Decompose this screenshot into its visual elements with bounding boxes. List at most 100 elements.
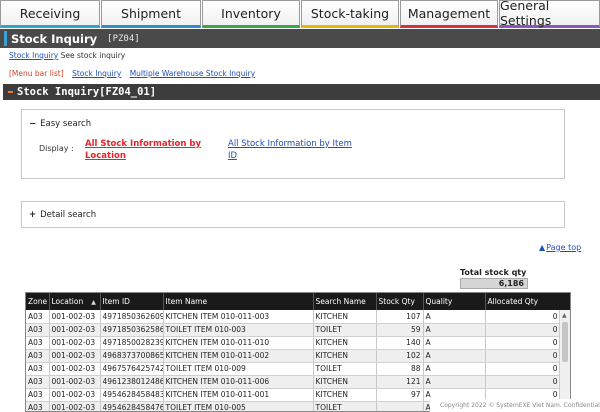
cell-search-name: KITCHEN [313,388,377,402]
col-header-search-name[interactable]: Search Name [313,293,377,310]
col-header-item-name[interactable]: Item Name [163,293,314,310]
cell-item-id: 4954628458483 [100,388,164,402]
table-row[interactable]: A03 001-002-03 4971850362609 KITCHEN ITE… [26,310,561,324]
cell-location: 001-002-03 [49,388,101,402]
sort-asc-icon: ▲ [91,299,96,306]
breadcrumb-link-stock-inquiry[interactable]: Stock Inquiry [9,51,58,60]
menu-bar-list-label: [Menu bar list] [9,69,64,78]
col-header-allocated-qty[interactable]: Allocated Qty [485,293,561,310]
footer-copyright: Copyright 2022 © SystemEXE Viet Nam. Con… [430,399,600,412]
scrollbar-thumb[interactable] [562,322,568,362]
table-row[interactable]: A03 001-002-03 4971850028239 KITCHEN ITE… [26,336,561,350]
scroll-up-arrow-icon[interactable]: ▲ [562,312,567,319]
cell-stock-qty: 59 [376,323,424,337]
col-header-quality[interactable]: Quality [423,293,486,310]
cell-search-name: KITCHEN [313,310,377,324]
tab-shipment[interactable]: Shipment [101,0,201,28]
section-header: Stock Inquiry[FZ04_01] [3,84,600,100]
cell-item-name: TOILET ITEM 010-005 [163,401,314,411]
cell-item-name: KITCHEN ITEM 010-011-002 [163,349,314,363]
cell-zone: A03 [26,349,50,363]
easy-search-toggle[interactable]: − Easy search [29,119,91,129]
cell-allocated-qty: 0 [485,323,561,337]
minus-icon: − [29,119,37,129]
col-header-stock-qty[interactable]: Stock Qty [376,293,424,310]
table-row[interactable]: A03 001-002-03 4971850362586 TOILET ITEM… [26,323,561,337]
triangle-up-icon: ▲ [539,243,546,252]
cell-item-id: 4971850362609 [100,310,164,324]
cell-item-name: TOILET ITEM 010-003 [163,323,314,337]
display-option-by-item-id[interactable]: All Stock Information by Item ID [228,138,358,162]
cell-allocated-qty: 0 [485,375,561,389]
display-option-by-location[interactable]: All Stock Information by Location [85,138,205,162]
cell-item-name: TOILET ITEM 010-009 [163,362,314,376]
cell-stock-qty [376,401,424,411]
cell-location: 001-002-03 [49,375,101,389]
cell-quality: A [423,362,486,376]
table-row[interactable]: A03 001-002-03 4961238012486 KITCHEN ITE… [26,375,561,389]
cell-item-name: KITCHEN ITEM 010-011-006 [163,375,314,389]
col-header-zone[interactable]: Zone [26,293,50,310]
total-stock-qty-value: 6,186 [460,278,528,289]
col-header-item-id[interactable]: Item ID [100,293,164,310]
menu-link-multiple-warehouse[interactable]: Multiple Warehouse Stock Inquiry [130,69,255,78]
page-title: Stock Inquiry [11,31,98,46]
tab-management[interactable]: Management [400,0,498,28]
detail-search-panel: + Detail search [21,201,565,228]
detail-search-toggle[interactable]: + Detail search [29,210,96,220]
cell-search-name: KITCHEN [313,349,377,363]
section-title: Stock Inquiry[FZ04_01] [17,86,157,98]
easy-search-panel: − Easy search Display : All Stock Informa… [21,109,565,179]
cell-search-name: TOILET [313,362,377,376]
table-row[interactable]: A03 001-002-03 4968373700865 KITCHEN ITE… [26,349,561,363]
cell-quality: A [423,310,486,324]
page-top-label: Page top [546,243,582,252]
menu-link-stock-inquiry[interactable]: Stock Inquiry [72,69,121,78]
plus-icon: + [29,210,37,220]
cell-zone: A03 [26,310,50,324]
cell-zone: A03 [26,375,50,389]
cell-item-id: 4967576425742 [100,362,164,376]
cell-item-id: 4968373700865 [100,349,164,363]
total-stock-qty-label: Total stock qty [460,268,527,277]
main-nav: Receiving Shipment Inventory Stock-takin… [0,0,600,28]
cell-allocated-qty: 0 [485,336,561,350]
cell-item-name: KITCHEN ITEM 010-011-003 [163,310,314,324]
title-accent [4,31,7,46]
cell-stock-qty: 107 [376,310,424,324]
tab-receiving[interactable]: Receiving [0,0,100,28]
tab-stock-taking[interactable]: Stock-taking [301,0,399,28]
cell-stock-qty: 140 [376,336,424,350]
table-row[interactable]: A03 001-002-03 4967576425742 TOILET ITEM… [26,362,561,376]
collapse-dash-icon [8,91,13,93]
screen-code: [PZ04] [107,33,140,44]
page-top-link[interactable]: ▲Page top [539,243,581,252]
tab-inventory[interactable]: Inventory [202,0,300,28]
cell-item-name: KITCHEN ITEM 010-011-010 [163,336,314,350]
menu-bar-list: [Menu bar list] Stock Inquiry Multiple W… [9,69,255,78]
cell-quality: A [423,349,486,363]
cell-stock-qty: 121 [376,375,424,389]
cell-item-id: 4971850028239 [100,336,164,350]
table-vertical-scrollbar[interactable]: ▲ [559,310,570,411]
cell-zone: A03 [26,323,50,337]
cell-zone: A03 [26,401,50,411]
cell-allocated-qty: 0 [485,310,561,324]
table-header-corner [559,293,570,310]
cell-stock-qty: 97 [376,388,424,402]
cell-item-name: KITCHEN ITEM 010-011-001 [163,388,314,402]
cell-zone: A03 [26,362,50,376]
stock-table: Zone Location ▲ Item ID Item Name Search … [25,292,571,412]
cell-location: 001-002-03 [49,310,101,324]
page-title-bar: Stock Inquiry [PZ04] [0,29,600,48]
col-header-location[interactable]: Location ▲ [49,293,101,310]
cell-location: 001-002-03 [49,362,101,376]
cell-location: 001-002-03 [49,349,101,363]
col-header-location-label: Location [51,297,84,306]
cell-stock-qty: 102 [376,349,424,363]
cell-quality: A [423,375,486,389]
tab-general-settings[interactable]: General Settings [499,0,600,28]
cell-location: 001-002-03 [49,323,101,337]
cell-zone: A03 [26,388,50,402]
cell-search-name: KITCHEN [313,336,377,350]
